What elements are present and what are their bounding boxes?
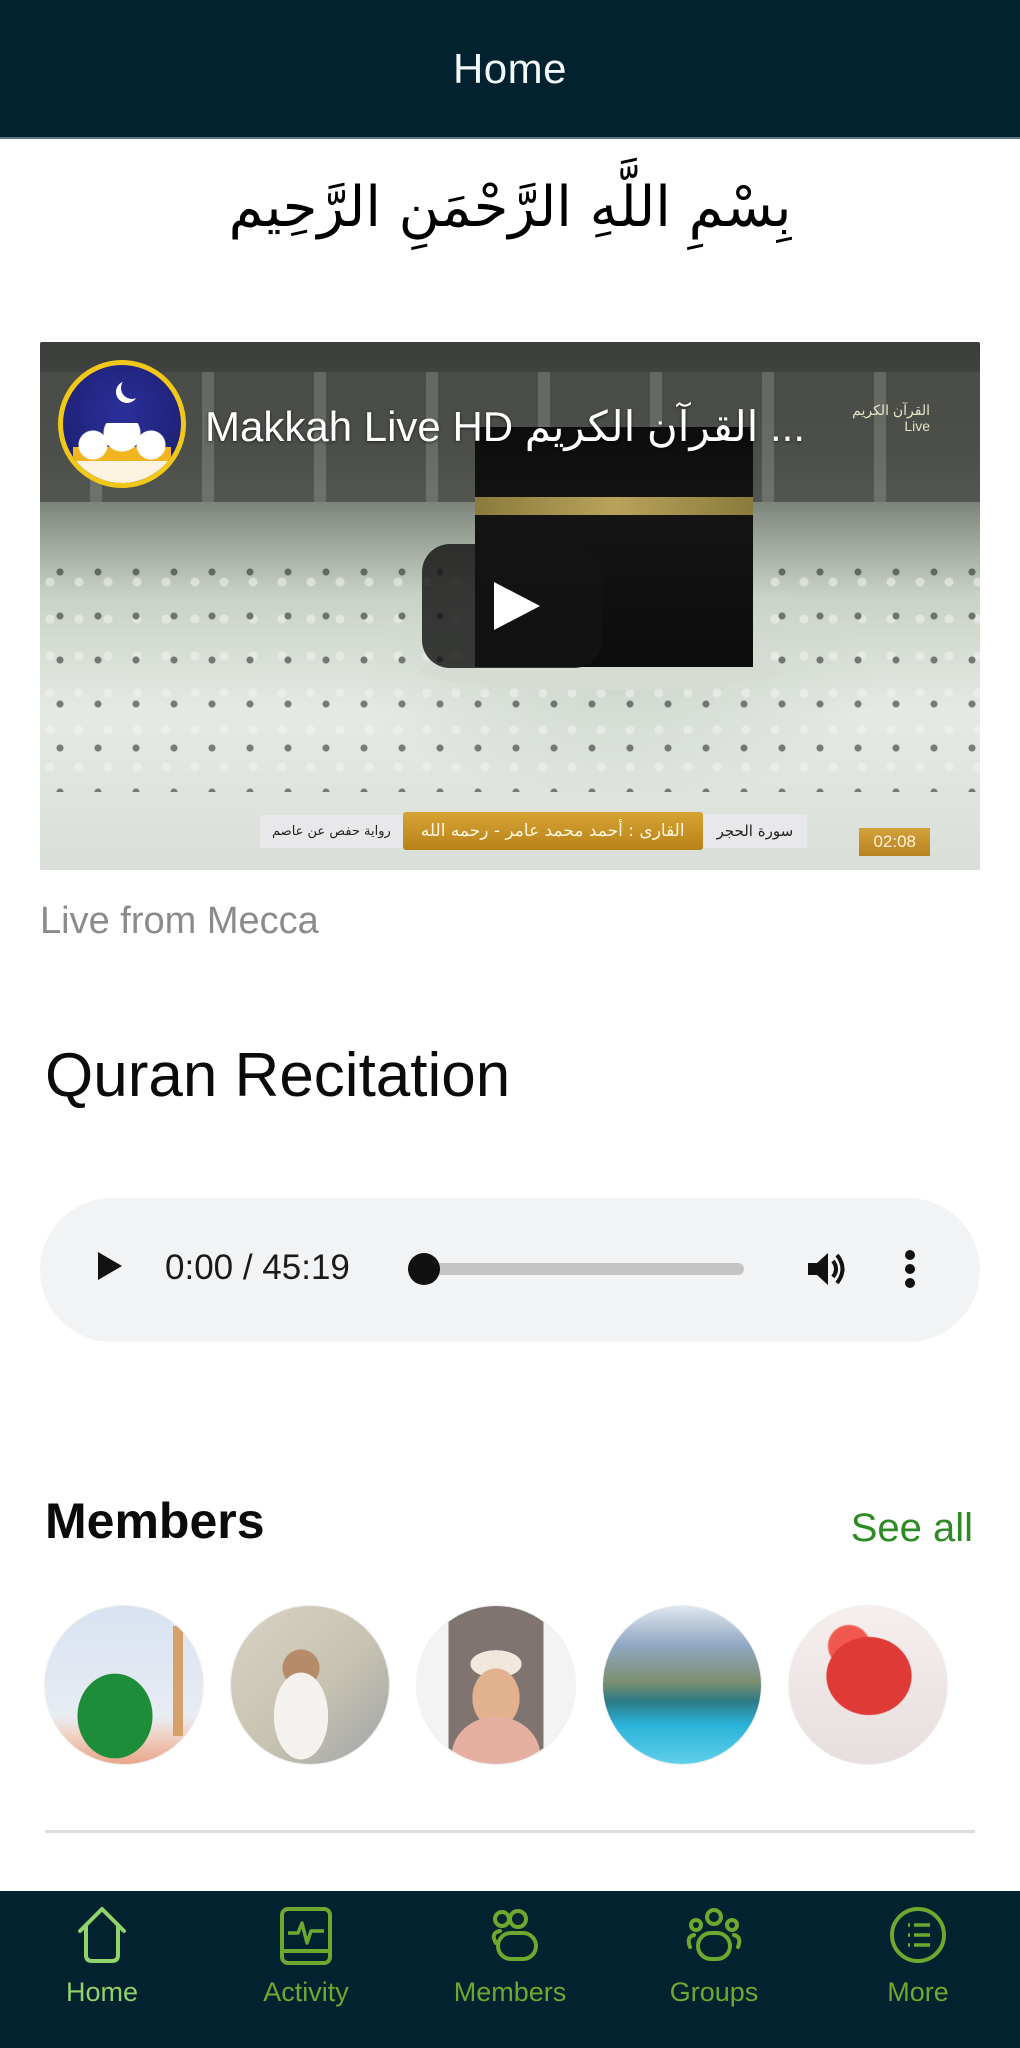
video-title[interactable]: Makkah Live HD القرآن الكريم ... <box>205 402 805 451</box>
tab-home[interactable]: Home <box>0 1891 204 2048</box>
member-avatar-4[interactable] <box>603 1606 761 1764</box>
crescent-moon-icon <box>121 377 143 399</box>
activity-icon <box>280 1907 332 1965</box>
mosque-icon <box>73 423 171 483</box>
live-badge: القرآن الكريم Live <box>852 402 930 434</box>
members-avatar-list <box>45 1606 947 1764</box>
member-avatar-3[interactable] <box>417 1606 575 1764</box>
tab-activity-label: Activity <box>263 1977 349 2007</box>
bottom-tab-bar: Home Activity Members Groups More <box>0 1891 1020 2048</box>
section-divider <box>45 1830 975 1833</box>
audio-seek-bar[interactable] <box>424 1263 744 1275</box>
tab-groups[interactable]: Groups <box>612 1891 816 2048</box>
volume-icon[interactable] <box>806 1248 850 1290</box>
more-vertical-icon[interactable] <box>904 1248 916 1290</box>
tab-members[interactable]: Members <box>408 1891 612 2048</box>
video-timestamp: 02:08 <box>859 828 930 856</box>
tab-activity[interactable]: Activity <box>204 1891 408 2048</box>
live-badge-arabic: القرآن الكريم <box>852 402 930 418</box>
riwaya-text: رواية حفص عن عاصم <box>260 814 403 848</box>
see-all-members-link[interactable]: See all <box>851 1506 973 1551</box>
audio-time-display: 0:00 / 45:19 <box>165 1248 350 1287</box>
play-icon[interactable] <box>98 1252 122 1280</box>
bismillah-text: بِسْمِ اللَّهِ الرَّحْمَنِ الرَّحِيم <box>228 175 792 240</box>
members-icon <box>491 1909 538 1961</box>
reciter-name: القارى : أحمد محمد عامر - رحمه الله <box>402 812 703 850</box>
tab-members-label: Members <box>453 1977 567 2007</box>
page-title: Home <box>452 44 568 92</box>
section-title-members: Members <box>45 1493 265 1549</box>
mosque-logo-icon[interactable] <box>58 360 186 488</box>
tab-home-label: Home <box>65 1977 139 2007</box>
groups-icon <box>686 1908 742 1961</box>
app-header: Home <box>0 0 1020 139</box>
tab-groups-label: Groups <box>669 1977 759 2007</box>
member-avatar-5[interactable] <box>789 1606 947 1764</box>
member-avatar-1[interactable] <box>45 1606 203 1764</box>
section-title-recitation: Quran Recitation <box>45 1041 511 1110</box>
more-icon <box>890 1907 946 1963</box>
tab-more[interactable]: More <box>816 1891 1020 2048</box>
video-lower-third: سورة الحجر القارى : أحمد محمد عامر - رحم… <box>260 810 808 852</box>
video-caption: Live from Mecca <box>40 900 319 942</box>
home-icon <box>78 1907 126 1963</box>
video-player-embed[interactable]: Makkah Live HD القرآن الكريم ... القرآن … <box>40 342 980 870</box>
tab-more-label: More <box>887 1977 949 2007</box>
audio-seek-thumb[interactable] <box>408 1253 440 1285</box>
youtube-play-icon <box>494 582 540 630</box>
member-avatar-2[interactable] <box>231 1606 389 1764</box>
video-play-button[interactable] <box>422 544 602 668</box>
surah-name: سورة الحجر <box>702 814 808 848</box>
audio-player: 0:00 / 45:19 <box>40 1198 980 1342</box>
live-badge-live: Live <box>904 418 930 434</box>
